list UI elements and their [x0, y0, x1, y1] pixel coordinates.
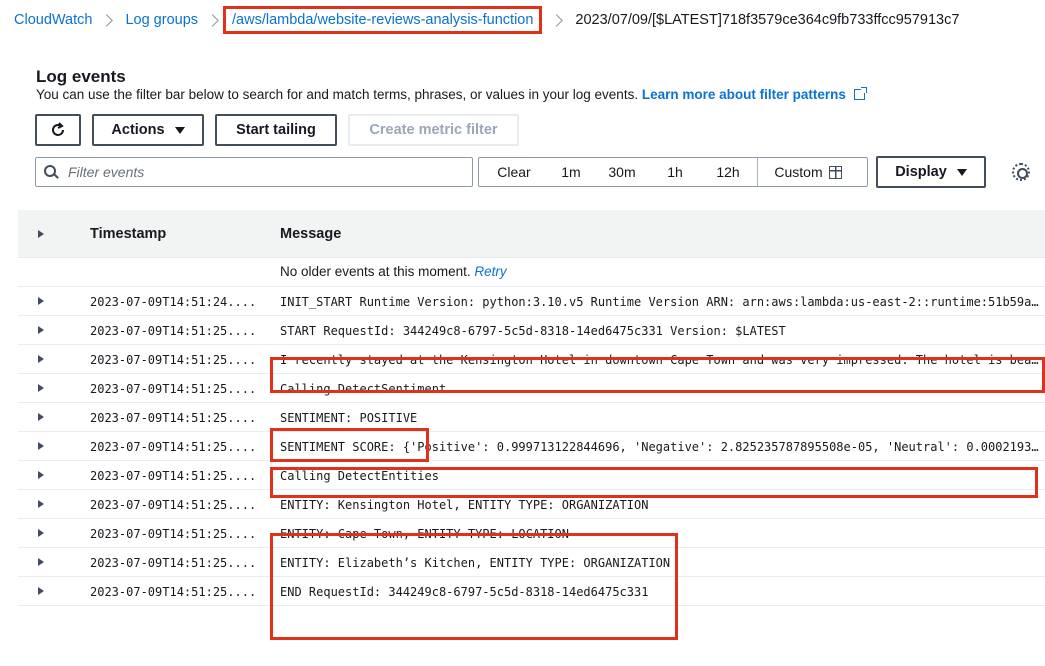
- highlight-review-text: [270, 357, 1045, 393]
- breadcrumb-log-groups[interactable]: Log groups: [125, 12, 198, 28]
- expand-row-icon[interactable]: [38, 500, 44, 508]
- row-timestamp: 2023-07-09T14:51:25....: [90, 556, 257, 570]
- filter-events-input[interactable]: Filter events: [35, 157, 473, 187]
- breadcrumb-cloudwatch[interactable]: CloudWatch: [14, 12, 92, 28]
- time-range-selector: Clear 1m 30m 1h 12h Custom: [478, 157, 868, 187]
- refresh-button[interactable]: [35, 114, 81, 146]
- range-12h[interactable]: 12h: [699, 164, 757, 180]
- table-row[interactable]: 2023-07-09T14:51:24.... INIT_START Runtim…: [18, 287, 1045, 316]
- table-row[interactable]: 2023-07-09T14:51:25.... SENTIMENT SCORE: …: [18, 432, 1045, 461]
- row-timestamp: 2023-07-09T14:51:25....: [90, 440, 257, 454]
- refresh-icon: [52, 122, 64, 136]
- row-timestamp: 2023-07-09T14:51:24....: [90, 295, 257, 309]
- row-timestamp: 2023-07-09T14:51:25....: [90, 411, 257, 425]
- expand-row-icon[interactable]: [38, 355, 44, 363]
- caret-down-icon: [174, 126, 185, 134]
- page-title: Log events: [36, 67, 126, 86]
- expand-row-icon[interactable]: [38, 326, 44, 334]
- custom-label: Custom: [774, 164, 823, 180]
- breadcrumb-log-group[interactable]: /aws/lambda/website-reviews-analysis-fun…: [223, 6, 543, 34]
- chevron-right-icon: [100, 13, 114, 27]
- row-message: START RequestId: 344249c8-6797-5c5d-8318…: [280, 324, 786, 338]
- table-row[interactable]: 2023-07-09T14:51:25.... SENTIMENT: POSITI…: [18, 403, 1045, 432]
- calendar-icon: [828, 166, 842, 179]
- column-message[interactable]: Message: [280, 226, 1040, 242]
- range-1m[interactable]: 1m: [549, 164, 593, 180]
- range-30m[interactable]: 30m: [593, 164, 651, 180]
- actions-label: Actions: [111, 122, 165, 138]
- breadcrumb-log-stream: 2023/07/09/[$LATEST]718f3579ce364c9fb733…: [575, 12, 960, 28]
- row-timestamp: 2023-07-09T14:51:25....: [90, 469, 257, 483]
- no-older-events-message: No older events at this moment. Retry: [280, 264, 1040, 279]
- search-icon: [44, 165, 58, 179]
- learn-more-link[interactable]: Learn more about filter patterns: [642, 87, 846, 102]
- row-message: SENTIMENT: POSITIVE: [280, 411, 418, 425]
- highlight-entities: [270, 533, 678, 640]
- row-timestamp: 2023-07-09T14:51:25....: [90, 324, 257, 338]
- expand-row-icon[interactable]: [38, 471, 44, 479]
- breadcrumb: CloudWatch Log groups /aws/lambda/websit…: [0, 0, 1045, 40]
- info-text: No older events at this moment.: [280, 264, 471, 279]
- actions-button[interactable]: Actions: [92, 114, 204, 146]
- highlight-sentiment-score: [270, 467, 1038, 498]
- range-custom[interactable]: Custom: [758, 164, 858, 180]
- no-older-events-row: No older events at this moment. Retry: [18, 258, 1045, 287]
- expand-row-icon[interactable]: [38, 587, 44, 595]
- expand-row-icon[interactable]: [38, 413, 44, 421]
- retry-link[interactable]: Retry: [474, 264, 506, 279]
- start-tailing-button[interactable]: Start tailing: [215, 114, 337, 146]
- row-message: INIT_START Runtime Version: python:3.10.…: [280, 295, 1040, 309]
- clear-range-button[interactable]: Clear: [479, 164, 549, 180]
- external-link-icon: [853, 87, 867, 100]
- row-timestamp: 2023-07-09T14:51:25....: [90, 498, 257, 512]
- row-timestamp: 2023-07-09T14:51:25....: [90, 527, 257, 541]
- row-timestamp: 2023-07-09T14:51:25....: [90, 585, 257, 599]
- caret-down-icon: [956, 168, 967, 176]
- expand-all-icon[interactable]: [38, 230, 44, 238]
- description-text: You can use the filter bar below to sear…: [36, 87, 639, 102]
- row-timestamp: 2023-07-09T14:51:25....: [90, 353, 257, 367]
- create-metric-filter-button[interactable]: Create metric filter: [348, 114, 519, 146]
- filter-placeholder: Filter events: [68, 164, 145, 180]
- expand-row-icon[interactable]: [38, 297, 44, 305]
- expand-row-icon[interactable]: [38, 529, 44, 537]
- row-timestamp: 2023-07-09T14:51:25....: [90, 382, 257, 396]
- chevron-right-icon: [550, 13, 564, 27]
- settings-gear-icon[interactable]: [1012, 163, 1030, 181]
- display-label: Display: [895, 164, 947, 180]
- highlight-sentiment: [270, 428, 429, 462]
- row-message: ENTITY: Kensington Hotel, ENTITY TYPE: O…: [280, 498, 649, 512]
- table-header: Timestamp Message: [18, 210, 1045, 258]
- column-timestamp[interactable]: Timestamp: [90, 226, 166, 242]
- expand-row-icon[interactable]: [38, 558, 44, 566]
- expand-row-icon[interactable]: [38, 384, 44, 392]
- chevron-right-icon: [206, 13, 219, 27]
- table-row[interactable]: 2023-07-09T14:51:25.... START RequestId: …: [18, 316, 1045, 345]
- range-1h[interactable]: 1h: [651, 164, 699, 180]
- page-description: You can use the filter bar below to sear…: [36, 87, 867, 102]
- display-button[interactable]: Display: [876, 156, 986, 188]
- expand-row-icon[interactable]: [38, 442, 44, 450]
